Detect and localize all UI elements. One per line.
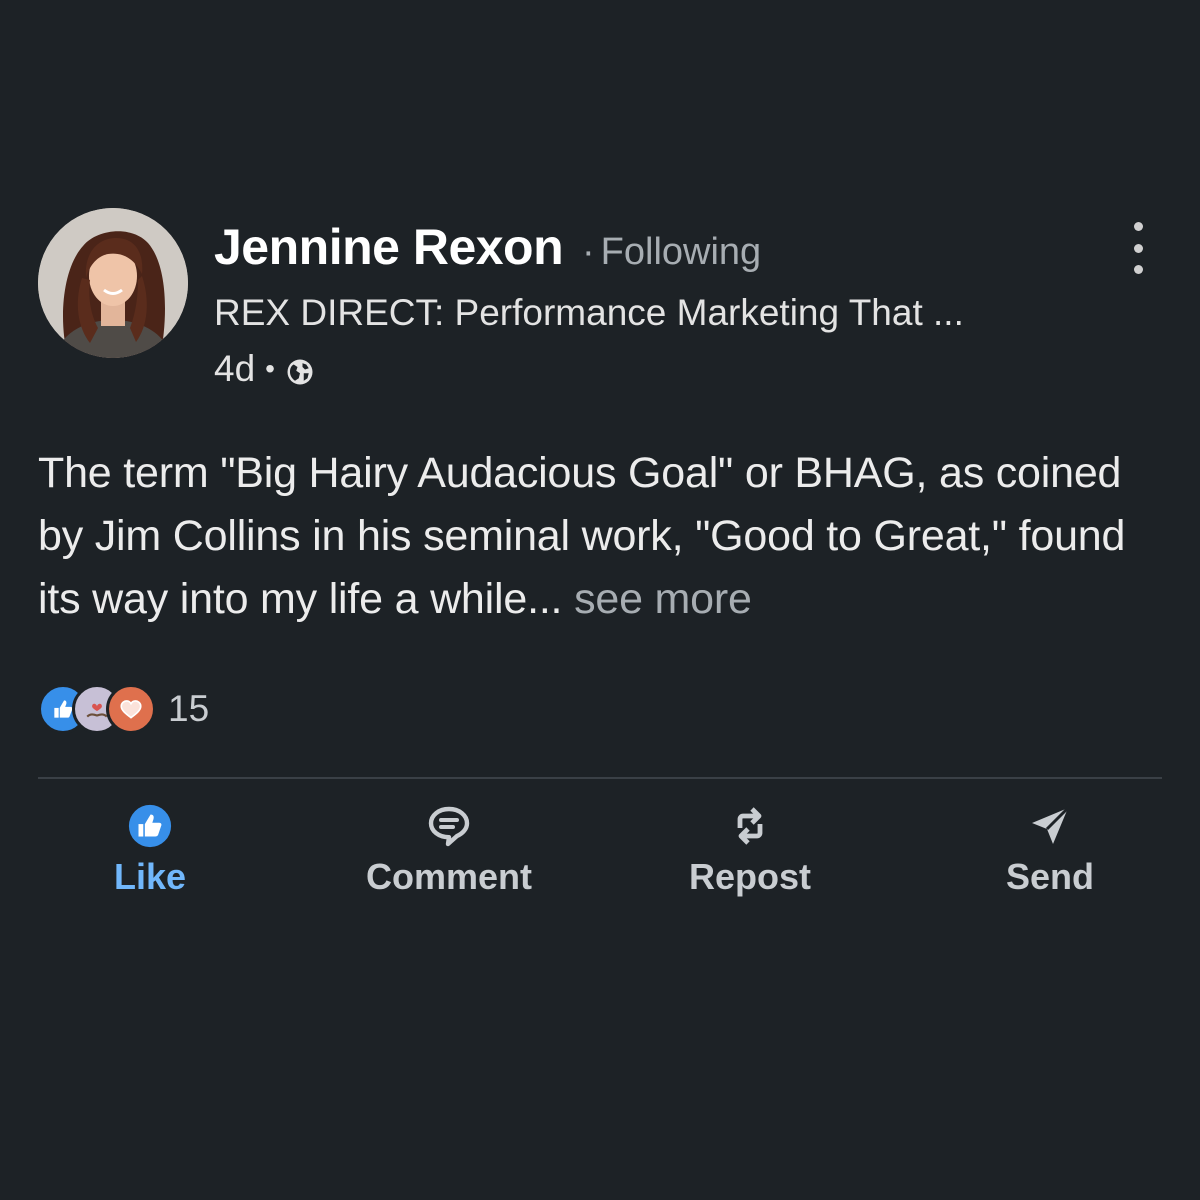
repost-button[interactable]: Repost <box>630 800 870 910</box>
comment-label: Comment <box>365 856 532 897</box>
more-options-button[interactable] <box>1120 222 1156 274</box>
post-body: The term "Big Hairy Audacious Goal" or B… <box>38 442 1168 631</box>
author-name[interactable]: Jennine Rexon <box>214 218 564 276</box>
repost-label: Repost <box>688 856 811 897</box>
more-dot-icon <box>1133 222 1143 231</box>
thumbs-up-icon <box>128 804 172 848</box>
send-icon <box>1032 806 1070 844</box>
globe-icon <box>287 359 313 385</box>
see-more-link[interactable]: see more <box>574 575 752 623</box>
send-button[interactable]: Send <box>930 800 1170 910</box>
more-dot-icon <box>1133 243 1143 253</box>
author-avatar[interactable] <box>38 208 188 358</box>
repost-icon <box>737 807 763 845</box>
divider <box>38 777 1162 779</box>
comment-button[interactable]: Comment <box>329 800 569 910</box>
post-time: 4d <box>214 348 256 389</box>
like-button[interactable]: Like <box>30 800 270 910</box>
follow-status-label: Following <box>600 231 762 273</box>
post-meta: 4d • <box>214 348 315 390</box>
reaction-count: 15 <box>168 688 210 729</box>
like-label: Like <box>113 856 187 897</box>
separator-dot: • <box>265 353 275 384</box>
separator-dot: · <box>582 231 595 273</box>
send-label: Send <box>1005 856 1094 897</box>
more-dot-icon <box>1133 265 1143 274</box>
post-card: Jennine Rexon · Following REX DIRECT: Per… <box>0 0 1200 1200</box>
reactions-summary[interactable]: 15 <box>38 684 209 734</box>
author-headline: REX DIRECT: Performance Marketing That .… <box>214 292 964 333</box>
avatar-portrait-icon <box>38 208 188 358</box>
follow-status: · Following <box>582 231 761 274</box>
comment-icon <box>428 806 470 847</box>
love-reaction-icon <box>106 684 156 734</box>
